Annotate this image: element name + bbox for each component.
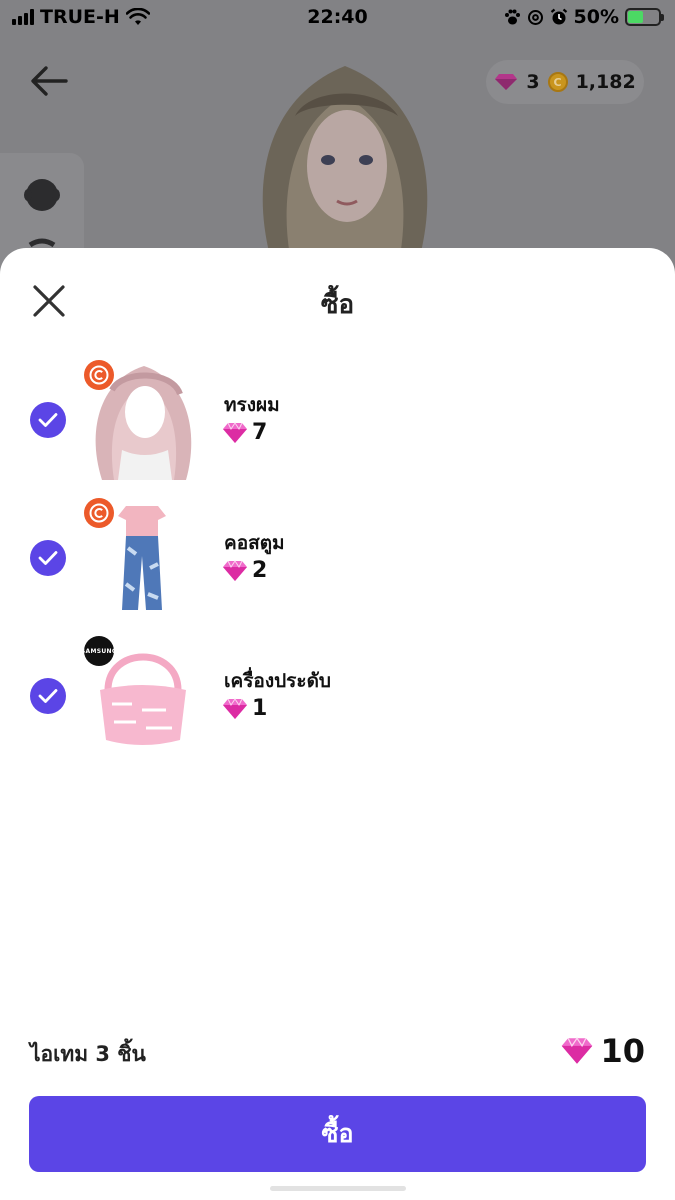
brand-badge [84, 360, 114, 390]
status-bar: TRUE-H 22:40 50% [0, 0, 675, 34]
currency-display[interactable]: 3 C 1,182 [486, 60, 644, 104]
gem-icon [562, 1037, 593, 1064]
item-price-value: 7 [252, 420, 268, 445]
item-price: 1 [222, 696, 267, 721]
alarm-icon [550, 8, 567, 25]
gem-icon [495, 74, 518, 90]
paw-icon [504, 9, 520, 25]
gem-icon [223, 421, 247, 443]
item-checkbox[interactable] [30, 402, 66, 438]
item-checkbox[interactable] [30, 678, 66, 714]
battery-icon [625, 8, 664, 26]
item-name: คอสตูม [224, 532, 285, 554]
background-screen: TRUE-H 22:40 50% 3 C 1,182 [0, 0, 675, 273]
avatar-image [262, 66, 428, 256]
at-icon [527, 9, 543, 25]
total-price-value: 10 [600, 1032, 645, 1070]
gem-icon [223, 697, 247, 719]
brand-badge: SAMSUNG [81, 636, 117, 666]
item-price: 7 [222, 420, 267, 445]
purchase-sheet: ซื้อ ทรงผม 7 คอสตูม 2 SAMSUNG เครื่องประ… [0, 248, 675, 1200]
list-item-hair[interactable]: ทรงผม 7 [0, 360, 675, 480]
item-checkbox[interactable] [30, 540, 66, 576]
checkmark-icon [38, 413, 58, 427]
item-name: ทรงผม [224, 394, 280, 416]
coin-icon: C [547, 72, 568, 92]
total-price: 10 [560, 1032, 645, 1070]
total-items-label: ไอเทม 3 ชิ้น [30, 1042, 146, 1066]
back-arrow-icon[interactable] [28, 62, 70, 100]
battery-fill [628, 11, 643, 23]
coin-count: 1,182 [575, 71, 636, 93]
item-name: เครื่องประดับ [224, 670, 331, 692]
copyright-icon [89, 503, 109, 523]
item-price: 2 [222, 558, 267, 583]
home-indicator [270, 1186, 406, 1191]
brand-badge [84, 498, 114, 528]
gem-icon [223, 559, 247, 581]
list-item-costume[interactable]: คอสตูม 2 [0, 498, 675, 618]
item-price-value: 2 [252, 558, 268, 583]
list-item-accessory[interactable]: SAMSUNG เครื่องประดับ 1 [0, 636, 675, 756]
buy-button[interactable]: ซื้อ [29, 1096, 646, 1172]
sheet-title: ซื้อ [320, 290, 355, 320]
item-price-value: 1 [252, 696, 268, 721]
copyright-icon [89, 365, 109, 385]
checkmark-icon [38, 689, 58, 703]
face-icon[interactable] [0, 153, 84, 253]
gem-count: 3 [526, 71, 540, 93]
checkmark-icon [38, 551, 58, 565]
battery-percent: 50% [573, 6, 619, 28]
